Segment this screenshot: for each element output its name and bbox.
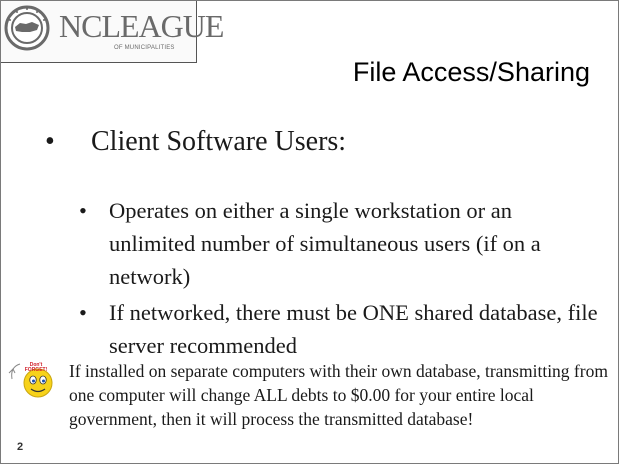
slide-title: File Access/Sharing [352, 57, 590, 87]
bullet-marker: • [45, 126, 55, 157]
note-text: If installed on separate computers with … [69, 361, 608, 429]
bullet-marker: • [79, 300, 87, 325]
smiley-text: FORGET! [25, 367, 48, 373]
bullet-marker: • [79, 198, 87, 223]
logo-sub-text: OF MUNICIPALITIES [114, 45, 175, 51]
dont-forget-smiley-icon: Don't FORGET! [8, 362, 53, 398]
nc-seal-icon [4, 5, 50, 51]
nc-league-logo: NCLEAGUE OF MUNICIPALITIES [1, 1, 224, 63]
page-number: 2 [17, 441, 24, 453]
bullet-text: Client Software Users: [91, 126, 347, 157]
bullet-text: Operates on either a single workstation … [109, 198, 541, 289]
slide: NCLEAGUE OF MUNICIPALITIES File Access/S… [0, 0, 619, 464]
bullet-text: If networked, there must be ONE shared d… [109, 300, 598, 358]
logo-brand-text: NCLEAGUE [59, 8, 224, 44]
